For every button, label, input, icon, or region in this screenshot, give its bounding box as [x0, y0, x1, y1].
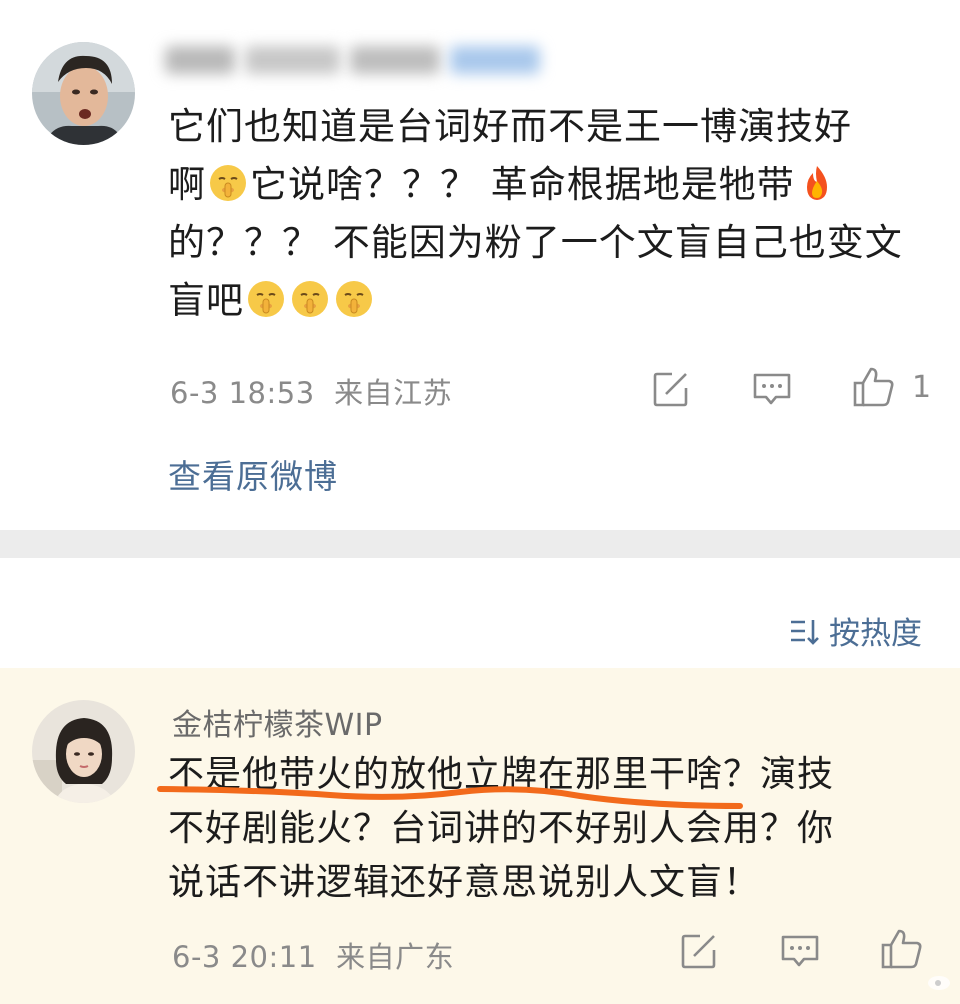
post-line-2: 啊 它说啥？？？ 革命根据地是牠带 [168, 156, 948, 214]
weibo-logo-icon [928, 976, 950, 990]
view-original-link[interactable]: 查看原微博 [168, 450, 338, 498]
post-meta: 6-3 18:53 来自江苏 [170, 370, 452, 412]
edit-icon[interactable] [652, 370, 690, 408]
post-content: 它们也知道是台词好而不是王一博演技好 啊 它说啥？？？ 革命根据地是牠带 的？？？… [168, 98, 948, 330]
like-count: 1 [912, 370, 932, 405]
post-location: 来自江苏 [334, 376, 453, 410]
shush-emoji [292, 281, 328, 317]
comment-date: 6-3 20:11 [172, 940, 317, 974]
post-line-4: 盲吧 [168, 272, 948, 330]
sort-label: 按热度 [829, 616, 922, 652]
comment-meta: 6-3 20:11 来自广东 [172, 934, 454, 976]
shush-emoji [336, 281, 372, 317]
weibo-screen: 它们也知道是台词好而不是王一博演技好 啊 它说啥？？？ 革命根据地是牠带 的？？？… [0, 0, 960, 1004]
comment-username[interactable]: 金桔柠檬茶WIP [172, 700, 383, 744]
edit-icon[interactable] [680, 932, 718, 970]
post-date: 6-3 18:53 [170, 376, 315, 410]
comment-line-2: 不好剧能火？台词讲的不好别人会用？你 [168, 808, 835, 849]
shush-emoji [210, 165, 246, 201]
sort-icon [791, 619, 819, 645]
like-icon[interactable] [852, 366, 896, 408]
comment-avatar[interactable] [32, 700, 135, 803]
post-line-4-text: 盲吧 [168, 279, 244, 322]
post-avatar[interactable] [32, 42, 135, 145]
comment-icon[interactable] [780, 934, 820, 970]
post-line-2b: 它说啥？？？ 革命根据地是牠带 [250, 163, 795, 206]
fire-emoji [806, 166, 827, 200]
comment-line-1: 不是他带火的放他立牌在那里干啥？演技 [168, 754, 835, 795]
comment-content: 不是他带火的放他立牌在那里干啥？演技 不好剧能火？台词讲的不好别人会用？你 说话… [168, 748, 928, 910]
comment-line-3: 说话不讲逻辑还好意思说别人文盲！ [168, 862, 761, 903]
original-post: 它们也知道是台词好而不是王一博演技好 啊 它说啥？？？ 革命根据地是牠带 的？？？… [0, 0, 960, 530]
blurred-username [165, 38, 545, 84]
shush-emoji [248, 281, 284, 317]
watermark [926, 960, 954, 1000]
like-icon[interactable] [880, 928, 924, 970]
post-line-1: 它们也知道是台词好而不是王一博演技好 [168, 105, 852, 148]
section-separator [0, 530, 960, 558]
post-line-3: 的？？？ 不能因为粉了一个文盲自己也变文 [168, 221, 903, 264]
comment-icon[interactable] [752, 372, 792, 408]
sort-by-hot-button[interactable]: 按热度 [789, 608, 922, 653]
comment-location: 来自广东 [336, 940, 455, 974]
post-line-2a: 啊 [168, 163, 206, 206]
